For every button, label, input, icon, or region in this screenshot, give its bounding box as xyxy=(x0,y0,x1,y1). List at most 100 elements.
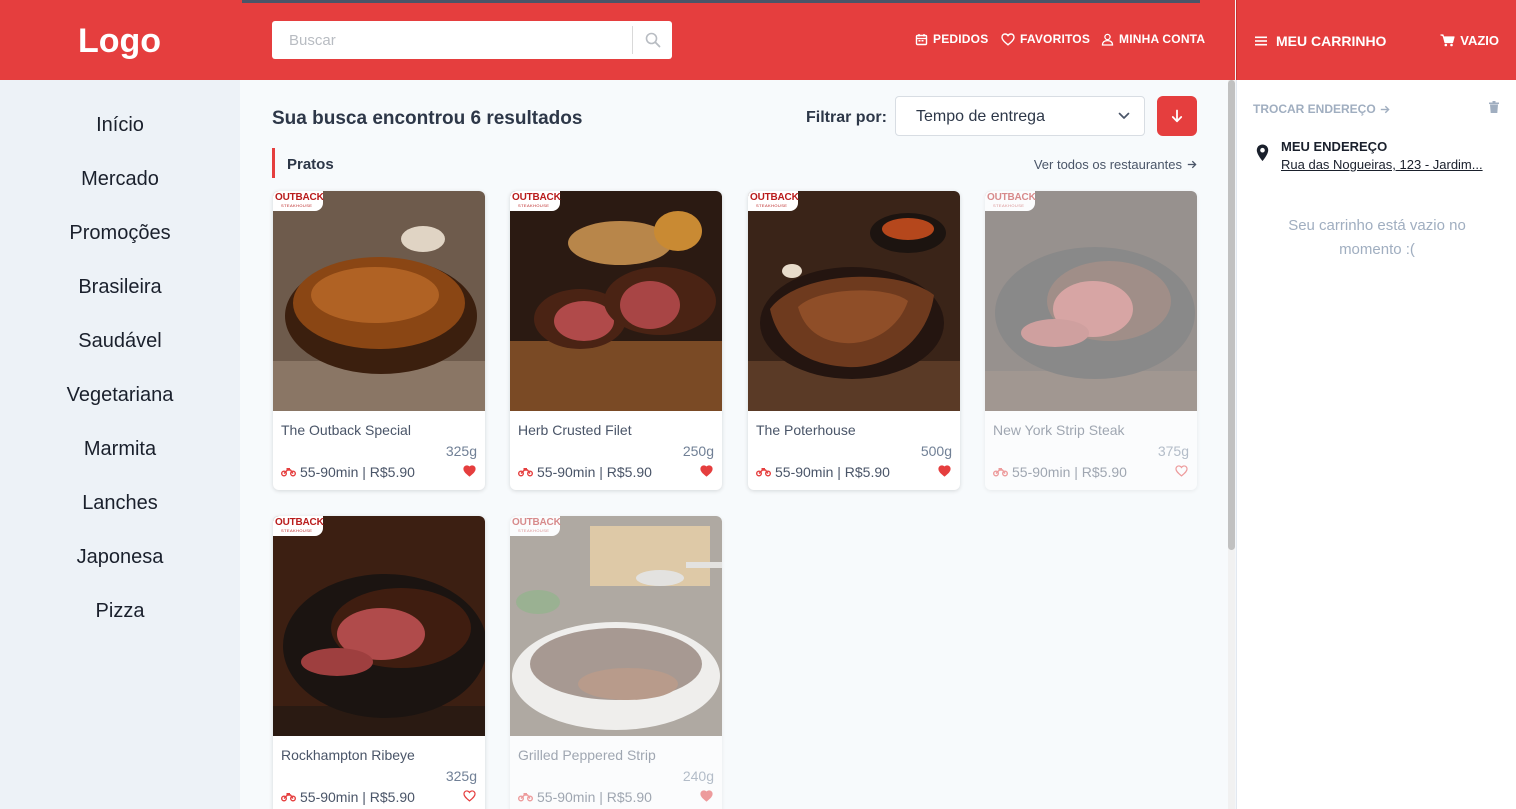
cart-title-button[interactable]: MEU CARRINHO xyxy=(1255,33,1386,49)
product-card[interactable]: OUTBACK STEAKHOUSE The Poterhouse 500g 55… xyxy=(748,191,960,490)
favorite-heart-icon[interactable] xyxy=(700,790,713,802)
search-results: Sua busca encontrou 6 resultados Filtrar… xyxy=(240,80,1235,809)
empty-cart-message: Seu carrinho está vazio no momento :( xyxy=(1288,217,1466,258)
product-card[interactable]: OUTBACK STEAKHOUSE Grilled Peppered Strip… xyxy=(510,516,722,809)
product-meta: 55-90min | R$5.90 xyxy=(518,464,652,480)
product-meta: 55-90min | R$5.90 xyxy=(993,464,1127,480)
sidebar-item-pizza[interactable]: Pizza xyxy=(0,600,240,623)
motorcycle-icon xyxy=(993,468,1008,477)
product-name: Herb Crusted Filet xyxy=(518,422,632,438)
filter-select-value: Tempo de entrega xyxy=(916,108,1045,125)
user-icon xyxy=(1101,33,1114,46)
favorite-heart-icon[interactable] xyxy=(463,790,476,802)
product-card[interactable]: OUTBACK STEAKHOUSE New York Strip Steak 3… xyxy=(985,191,1197,490)
product-meta: 55-90min | R$5.90 xyxy=(281,464,415,480)
product-weight: 250g xyxy=(682,443,714,459)
restaurant-badge: OUTBACK STEAKHOUSE xyxy=(510,516,561,536)
product-card[interactable]: OUTBACK STEAKHOUSE The Outback Special 32… xyxy=(273,191,485,490)
product-meta-text: 55-90min | R$5.90 xyxy=(537,789,652,805)
restaurant-badge: OUTBACK STEAKHOUSE xyxy=(273,516,324,536)
brand-sub: STEAKHOUSE xyxy=(518,203,550,208)
cart-status-label: VAZIO xyxy=(1460,33,1499,48)
product-weight: 325g xyxy=(445,443,477,459)
sidebar-item-inicio[interactable]: Início xyxy=(0,114,240,137)
sidebar-item-saudavel[interactable]: Saudável xyxy=(0,330,240,353)
favorite-heart-icon[interactable] xyxy=(700,465,713,477)
brand-name: OUTBACK xyxy=(275,517,324,528)
nav-account[interactable]: MINHA CONTA xyxy=(1101,32,1205,46)
see-all-label: Ver todos os restaurantes xyxy=(1033,157,1182,172)
motorcycle-icon xyxy=(281,468,296,477)
restaurant-badge: OUTBACK STEAKHOUSE xyxy=(273,191,324,211)
restaurant-badge: OUTBACK STEAKHOUSE xyxy=(510,191,561,211)
heart-icon xyxy=(1001,32,1015,46)
favorite-heart-icon[interactable] xyxy=(463,465,476,477)
product-meta-text: 55-90min | R$5.90 xyxy=(1012,464,1127,480)
product-image xyxy=(510,191,722,411)
brand-name: OUTBACK xyxy=(275,192,324,203)
restaurant-badge: OUTBACK STEAKHOUSE xyxy=(985,191,1036,211)
product-card[interactable]: OUTBACK STEAKHOUSE Herb Crusted Filet 250… xyxy=(510,191,722,490)
calendar-icon xyxy=(915,33,928,45)
arrow-right-icon xyxy=(1187,160,1197,169)
sidebar-item-vegetariana[interactable]: Vegetariana xyxy=(0,384,240,407)
trash-icon[interactable] xyxy=(1489,101,1499,113)
cart-header: MEU CARRINHO VAZIO xyxy=(1236,0,1516,80)
favorite-heart-icon[interactable] xyxy=(1175,465,1188,477)
product-name: The Outback Special xyxy=(281,422,411,438)
brand-name: OUTBACK xyxy=(512,517,561,528)
chevron-down-icon xyxy=(1118,112,1130,119)
brand-sub: STEAKHOUSE xyxy=(281,203,313,208)
logo[interactable]: Logo xyxy=(78,22,161,61)
address-value[interactable]: Rua das Nogueiras, 123 - Jardim... xyxy=(1281,157,1493,172)
motorcycle-icon xyxy=(518,793,533,802)
favorite-heart-icon[interactable] xyxy=(938,465,951,477)
search-button[interactable] xyxy=(633,21,672,59)
sidebar-item-lanches[interactable]: Lanches xyxy=(0,492,240,515)
nav-orders-label: PEDIDOS xyxy=(933,32,989,46)
product-meta: 55-90min | R$5.90 xyxy=(518,789,652,805)
main-scrollbar[interactable] xyxy=(1228,80,1235,809)
product-image xyxy=(273,191,485,411)
filter-select[interactable]: Tempo de entrega xyxy=(895,96,1145,136)
brand-name: OUTBACK xyxy=(750,192,799,203)
section-accent-bar xyxy=(272,148,275,178)
product-name: New York Strip Steak xyxy=(993,422,1125,438)
product-meta: 55-90min | R$5.90 xyxy=(756,464,890,480)
search-input[interactable] xyxy=(272,21,632,59)
brand-name: OUTBACK xyxy=(987,192,1036,203)
nav-favorites-label: FAVORITOS xyxy=(1020,32,1091,46)
product-meta-text: 55-90min | R$5.90 xyxy=(775,464,890,480)
results-title: Sua busca encontrou 6 resultados xyxy=(272,108,583,129)
product-weight: 325g xyxy=(445,768,477,784)
category-sidebar: Início Mercado Promoções Brasileira Saud… xyxy=(0,80,240,809)
sidebar-item-marmita[interactable]: Marmita xyxy=(0,438,240,461)
cart-status[interactable]: VAZIO xyxy=(1440,33,1499,48)
restaurant-badge: OUTBACK STEAKHOUSE xyxy=(748,191,799,211)
product-card[interactable]: OUTBACK STEAKHOUSE Rockhampton Ribeye 325… xyxy=(273,516,485,809)
product-image xyxy=(748,191,960,411)
search-box xyxy=(272,21,672,59)
sidebar-item-japonesa[interactable]: Japonesa xyxy=(0,546,240,569)
see-all-restaurants-link[interactable]: Ver todos os restaurantes xyxy=(1034,157,1197,172)
nav-favorites[interactable]: FAVORITOS xyxy=(1001,32,1090,46)
change-address-link[interactable]: TROCAR ENDEREÇO xyxy=(1253,102,1390,116)
sort-direction-button[interactable] xyxy=(1157,96,1197,136)
motorcycle-icon xyxy=(756,468,771,477)
sidebar-item-promocoes[interactable]: Promoções xyxy=(0,222,240,245)
top-header: Logo PEDIDOS FAVORITOS MINHA CONTA xyxy=(0,0,1235,80)
nav-orders[interactable]: PEDIDOS xyxy=(915,32,988,46)
motorcycle-icon xyxy=(518,468,533,477)
search-icon xyxy=(645,32,660,48)
menu-icon xyxy=(1255,36,1267,46)
sidebar-item-mercado[interactable]: Mercado xyxy=(0,168,240,191)
brand-sub: STEAKHOUSE xyxy=(281,528,313,533)
brand-sub: STEAKHOUSE xyxy=(993,203,1025,208)
product-meta-text: 55-90min | R$5.90 xyxy=(300,464,415,480)
section-title: Pratos xyxy=(287,156,334,173)
scrollbar-thumb[interactable] xyxy=(1228,80,1235,550)
nav-account-label: MINHA CONTA xyxy=(1119,32,1206,46)
filter-label: Filtrar por: xyxy=(806,109,887,126)
product-image xyxy=(273,516,485,736)
sidebar-item-brasileira[interactable]: Brasileira xyxy=(0,276,240,299)
